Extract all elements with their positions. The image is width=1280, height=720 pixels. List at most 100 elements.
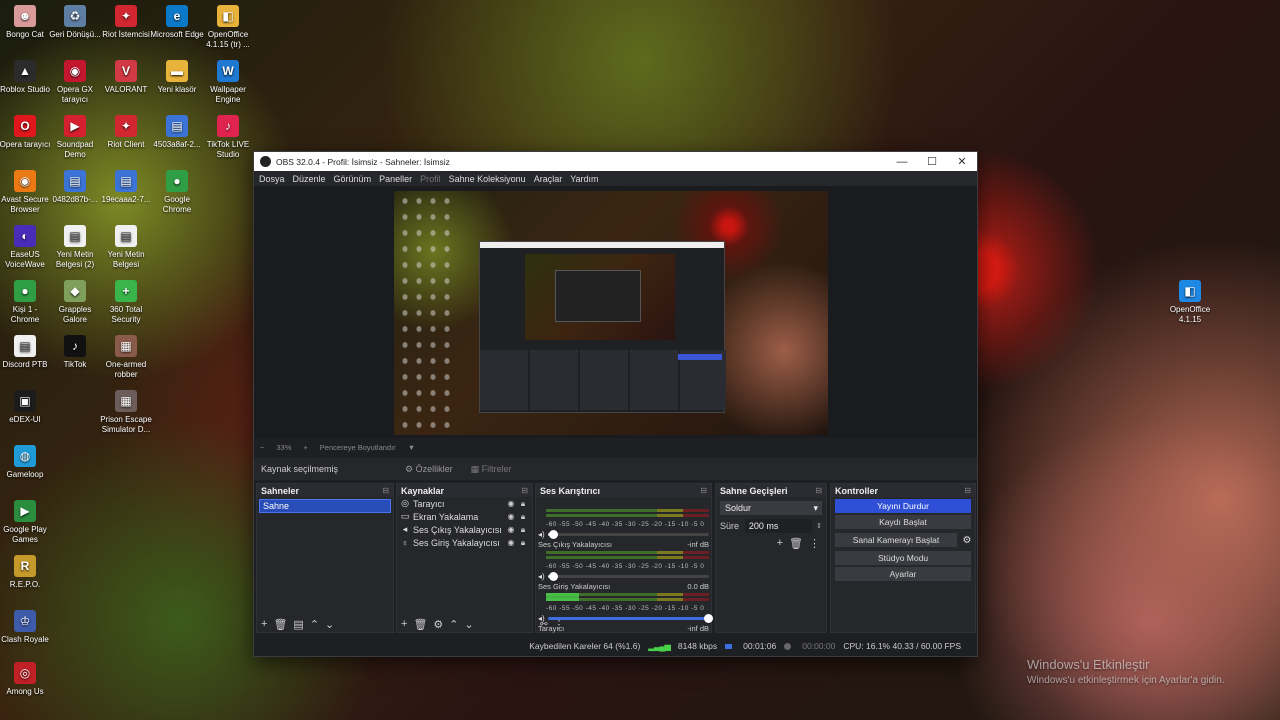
fit-to-window-button[interactable]: Pencereye Boyutlandır xyxy=(320,443,396,452)
zoom-in-button[interactable]: + xyxy=(303,443,307,452)
desktop-icon[interactable]: ◐ EaseUS VoiceWave xyxy=(0,225,52,270)
scene-filters-icon[interactable]: ▤ xyxy=(293,618,303,631)
virtual-camera-settings-icon[interactable]: ⚙ xyxy=(959,535,975,546)
menu-tools[interactable]: Araçlar xyxy=(534,174,563,184)
desktop-icon[interactable]: +360 Total Security xyxy=(99,280,153,325)
menu-file[interactable]: Dosya xyxy=(259,174,285,184)
desktop-icon[interactable]: ▬ Yeni klasör xyxy=(150,60,204,95)
volume-slider[interactable] xyxy=(548,529,709,539)
transition-select[interactable]: Soldur ▾ xyxy=(720,501,822,515)
preview-canvas[interactable] xyxy=(394,191,828,435)
desktop-icon[interactable]: ◉ Avast Secure Browser xyxy=(0,170,52,215)
menu-scene-collection[interactable]: Sahne Koleksiyonu xyxy=(449,174,526,184)
desktop-icon[interactable]: O Opera tarayıcı xyxy=(0,115,52,150)
maximize-button[interactable]: ☐ xyxy=(917,155,947,168)
desktop-icon[interactable]: V VALORANT xyxy=(99,60,153,95)
zoom-out-button[interactable]: − xyxy=(260,443,264,452)
transition-menu-icon[interactable]: ⋮ xyxy=(809,537,820,550)
lock-icon[interactable]: 🔒︎ xyxy=(517,512,529,522)
desktop-icon[interactable]: ▦ One-armed robber xyxy=(99,335,153,380)
desktop-icon[interactable]: ☻ Bongo Cat xyxy=(0,5,52,40)
duration-stepper-icon[interactable]: ⇕ xyxy=(816,522,822,530)
zoom-dropdown-icon[interactable]: ▼ xyxy=(408,443,415,452)
sources-dock-menu-icon[interactable]: ⊟ xyxy=(521,486,528,495)
lock-icon[interactable]: 🔒︎ xyxy=(517,525,529,535)
mixer-dock-menu-icon[interactable]: ⊟ xyxy=(700,486,707,495)
source-item[interactable]: ▭ Ekran Yakalama ◉ 🔒︎ xyxy=(397,510,532,523)
controls-dock-menu-icon[interactable]: ⊟ xyxy=(964,486,971,495)
speaker-icon[interactable]: ◂) xyxy=(538,572,548,581)
desktop-icon[interactable]: ▤ 0482d87b-... xyxy=(48,170,102,205)
source-down-icon[interactable]: ⌄ xyxy=(465,618,474,631)
volume-knob[interactable] xyxy=(549,571,559,581)
eye-icon[interactable]: ◉ xyxy=(505,499,517,508)
desktop-icon[interactable]: e Microsoft Edge xyxy=(150,5,204,40)
desktop-icon[interactable]: ▶ Soundpad Demo xyxy=(48,115,102,160)
desktop-icon[interactable]: ▶ Google Play Games xyxy=(0,500,52,545)
move-up-icon[interactable]: ⌃ xyxy=(310,618,319,631)
desktop-icon[interactable]: ♻ Geri Dönüşü... xyxy=(48,5,102,40)
start-recording-button[interactable]: Kaydı Başlat xyxy=(835,515,971,529)
remove-source-icon[interactable]: 🗑 xyxy=(413,618,427,631)
desktop-icon[interactable]: ♔ Clash Royale xyxy=(0,610,52,645)
move-down-icon[interactable]: ⌄ xyxy=(325,618,334,631)
desktop-icon[interactable]: ◧ OpenOffice 4.1.15 xyxy=(1163,280,1217,325)
desktop-icon[interactable]: ♪ TikTok LIVE Studio xyxy=(201,115,255,160)
scene-item[interactable]: Sahne xyxy=(259,499,391,513)
desktop-icon[interactable]: ▤ Yeni Metin Belgesi xyxy=(99,225,153,270)
desktop-icon[interactable]: ▤ 4503a8af-2... xyxy=(150,115,204,150)
source-up-icon[interactable]: ⌃ xyxy=(449,618,458,631)
close-button[interactable]: ✕ xyxy=(947,155,977,168)
transitions-dock-menu-icon[interactable]: ⊟ xyxy=(815,486,822,495)
lock-icon[interactable]: 🔒︎ xyxy=(517,499,529,509)
desktop-icon[interactable]: ◎ Among Us xyxy=(0,662,52,697)
properties-button[interactable]: ⚙ Özellikler xyxy=(405,464,453,475)
desktop-icon[interactable]: ♪ TikTok xyxy=(48,335,102,370)
source-settings-icon[interactable]: ⚙ xyxy=(433,618,443,631)
desktop-icon[interactable]: ◧ OpenOffice 4.1.15 (tr) ... xyxy=(201,5,255,50)
desktop-icon[interactable]: ▲ Roblox Studio xyxy=(0,60,52,95)
add-scene-icon[interactable]: + xyxy=(261,618,267,630)
studio-mode-button[interactable]: Stüdyo Modu xyxy=(835,551,971,565)
desktop-icon[interactable]: ▣ eDEX-UI xyxy=(0,390,52,425)
desktop-icon[interactable]: W Wallpaper Engine xyxy=(201,60,255,105)
desktop-icon[interactable]: ✦ Riot İstemcisi xyxy=(99,5,153,40)
stop-stream-button[interactable]: Yayını Durdur xyxy=(835,499,971,513)
source-item[interactable]: ◎ Tarayıcı ◉ 🔒︎ xyxy=(397,497,532,510)
desktop-icon[interactable]: R R.E.P.O. xyxy=(0,555,52,590)
menu-view[interactable]: Görünüm xyxy=(334,174,372,184)
desktop-icon[interactable]: ● Kişi 1 - Chrome xyxy=(0,280,52,325)
desktop-icon[interactable]: ▦ Prison Escape Simulator D... xyxy=(99,390,153,435)
minimize-button[interactable]: — xyxy=(887,156,917,168)
desktop-icon[interactable]: ● Google Chrome xyxy=(150,170,204,215)
menu-help[interactable]: Yardım xyxy=(570,174,598,184)
remove-scene-icon[interactable]: 🗑 xyxy=(273,618,287,631)
remove-transition-icon[interactable]: 🗑 xyxy=(789,537,803,550)
virtual-camera-button[interactable]: Sanal Kamerayı Başlat xyxy=(835,533,957,547)
eye-icon[interactable]: ◉ xyxy=(505,525,517,534)
desktop-icon[interactable]: ◉ Opera GX tarayıcı xyxy=(48,60,102,105)
source-item[interactable]: ◂ Ses Çıkış Yakalayıcısı ◉ 🔒︎ xyxy=(397,523,532,536)
lock-icon[interactable]: 🔒︎ xyxy=(517,538,529,548)
mixer-menu-icon[interactable]: ⋮ xyxy=(554,618,565,631)
menu-docks[interactable]: Paneller xyxy=(379,174,412,184)
desktop-icon[interactable]: ▤ Yeni Metin Belgesi (2) xyxy=(48,225,102,270)
volume-knob[interactable] xyxy=(549,529,559,539)
add-transition-icon[interactable]: + xyxy=(777,537,783,550)
desktop-icon[interactable]: ◍ Gameloop xyxy=(0,445,52,480)
duration-input[interactable]: 200 ms xyxy=(744,519,813,533)
speaker-icon[interactable]: ◂) xyxy=(538,530,548,539)
settings-button[interactable]: Ayarlar xyxy=(835,567,971,581)
add-source-icon[interactable]: + xyxy=(401,618,407,630)
eye-icon[interactable]: ◉ xyxy=(505,538,517,547)
desktop-icon[interactable]: ◆ Grapples Galore xyxy=(48,280,102,325)
filters-button[interactable]: ▦ Filtreler xyxy=(471,464,512,475)
source-item[interactable]: ♀ Ses Giriş Yakalayıcısı ◉ 🔒︎ xyxy=(397,536,532,549)
scenes-dock-menu-icon[interactable]: ⊟ xyxy=(382,486,389,495)
desktop-icon[interactable]: ▤ Discord PTB xyxy=(0,335,52,370)
volume-slider[interactable] xyxy=(548,571,709,581)
advanced-audio-icon[interactable]: ⚯ xyxy=(540,619,548,630)
desktop-icon[interactable]: ▤ 19ecaaa2-7... xyxy=(99,170,153,205)
desktop-icon[interactable]: ✦ Riot Client xyxy=(99,115,153,150)
eye-icon[interactable]: ◉ xyxy=(505,512,517,521)
